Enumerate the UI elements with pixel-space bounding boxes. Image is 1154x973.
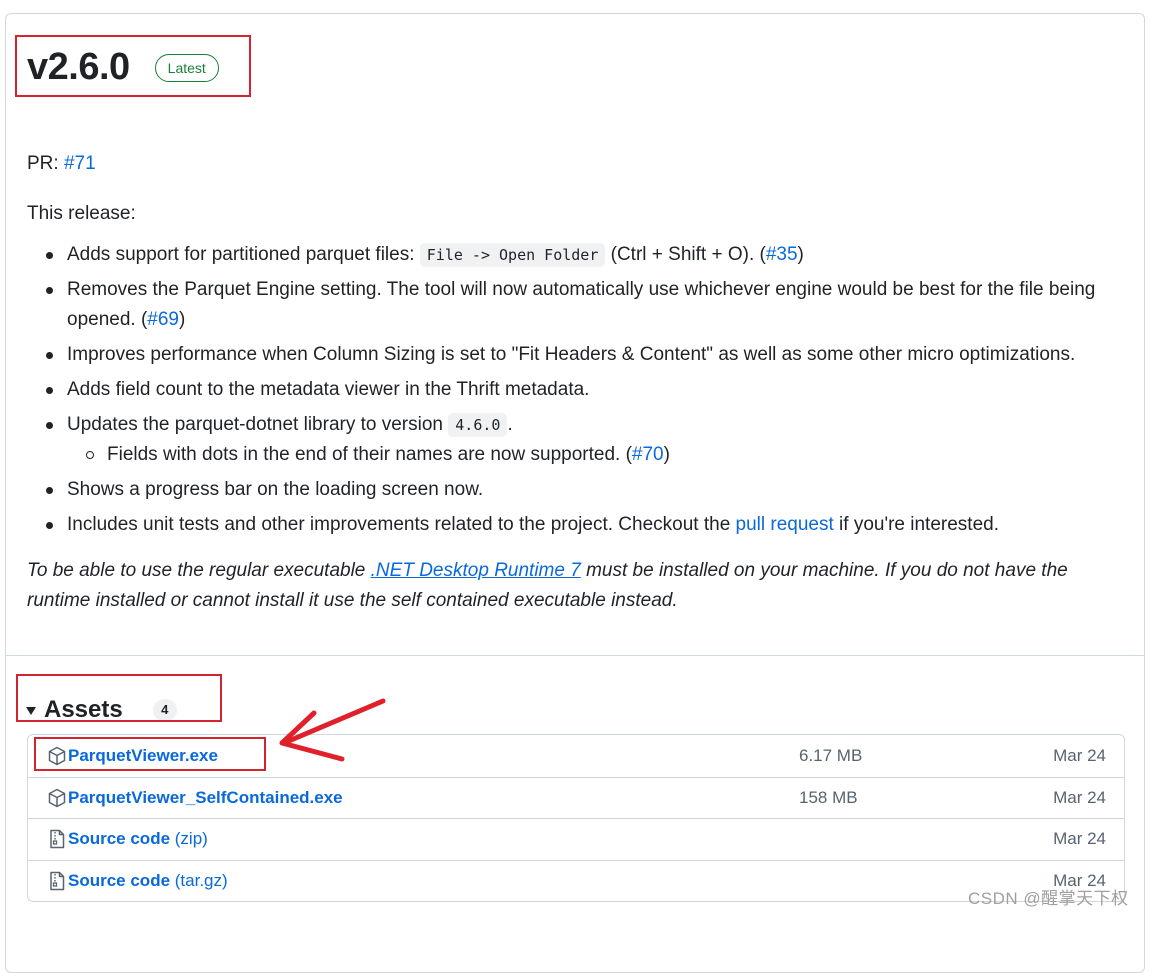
file-zip-icon: [50, 830, 65, 849]
change-list: Adds support for partitioned parquet fil…: [27, 240, 1132, 540]
asset-date: Mar 24: [1053, 745, 1106, 765]
list-item: Shows a progress bar on the loading scre…: [46, 475, 1132, 505]
sub-list: Fields with dots in the end of their nam…: [67, 440, 1132, 470]
asset-row: ParquetViewer_SelfContained.exe 158 MB M…: [28, 776, 1124, 819]
list-item: Adds field count to the metadata viewer …: [46, 375, 1132, 405]
asset-size: 6.17 MB: [799, 745, 863, 765]
list-item: Updates the parquet-dotnet library to ve…: [46, 410, 1132, 470]
runtime-link[interactable]: .NET Desktop Runtime 7: [371, 560, 581, 581]
sub-list-item: Fields with dots in the end of their nam…: [86, 440, 1132, 470]
inline-code: 4.6.0: [448, 413, 508, 437]
list-item: Includes unit tests and other improvemen…: [46, 510, 1132, 540]
release-notes: PR: #71 This release: Adds support for p…: [27, 144, 1132, 616]
release-intro: This release:: [27, 203, 136, 224]
list-item: Removes the Parquet Engine setting. The …: [46, 275, 1132, 335]
annotation-box-version: [15, 35, 251, 97]
issue-link[interactable]: #35: [766, 244, 798, 265]
annotation-box-assets: [16, 674, 222, 722]
pr-link[interactable]: #71: [64, 153, 96, 174]
runtime-note: To be able to use the regular executable…: [27, 560, 1068, 611]
divider: [6, 655, 1144, 656]
package-icon: [48, 788, 66, 807]
file-zip-icon: [50, 871, 65, 890]
list-item: Adds support for partitioned parquet fil…: [46, 240, 1132, 270]
pull-request-link[interactable]: pull request: [736, 514, 834, 535]
annotation-box-exe: [34, 737, 266, 771]
release-card: v2.6.0 Latest PR: #71 This release: Adds…: [5, 13, 1145, 973]
asset-size: 158 MB: [799, 787, 858, 807]
asset-date: Mar 24: [1053, 787, 1106, 807]
asset-link[interactable]: Source code (zip): [68, 829, 208, 849]
asset-date: Mar 24: [1053, 829, 1106, 849]
asset-link[interactable]: ParquetViewer_SelfContained.exe: [68, 788, 343, 808]
annotation-arrow-icon: [279, 698, 386, 762]
watermark: CSDN @醒掌天下权: [968, 889, 1129, 908]
asset-row: Source code (tar.gz) Mar 24: [28, 859, 1124, 902]
issue-link[interactable]: #70: [632, 444, 664, 465]
list-item: Improves performance when Column Sizing …: [46, 340, 1132, 370]
asset-link[interactable]: Source code (tar.gz): [68, 871, 228, 891]
pr-line: PR: #71: [27, 153, 96, 174]
inline-code: File -> Open Folder: [419, 243, 606, 267]
issue-link[interactable]: #69: [147, 309, 179, 330]
asset-row: Source code (zip) Mar 24: [28, 818, 1124, 860]
